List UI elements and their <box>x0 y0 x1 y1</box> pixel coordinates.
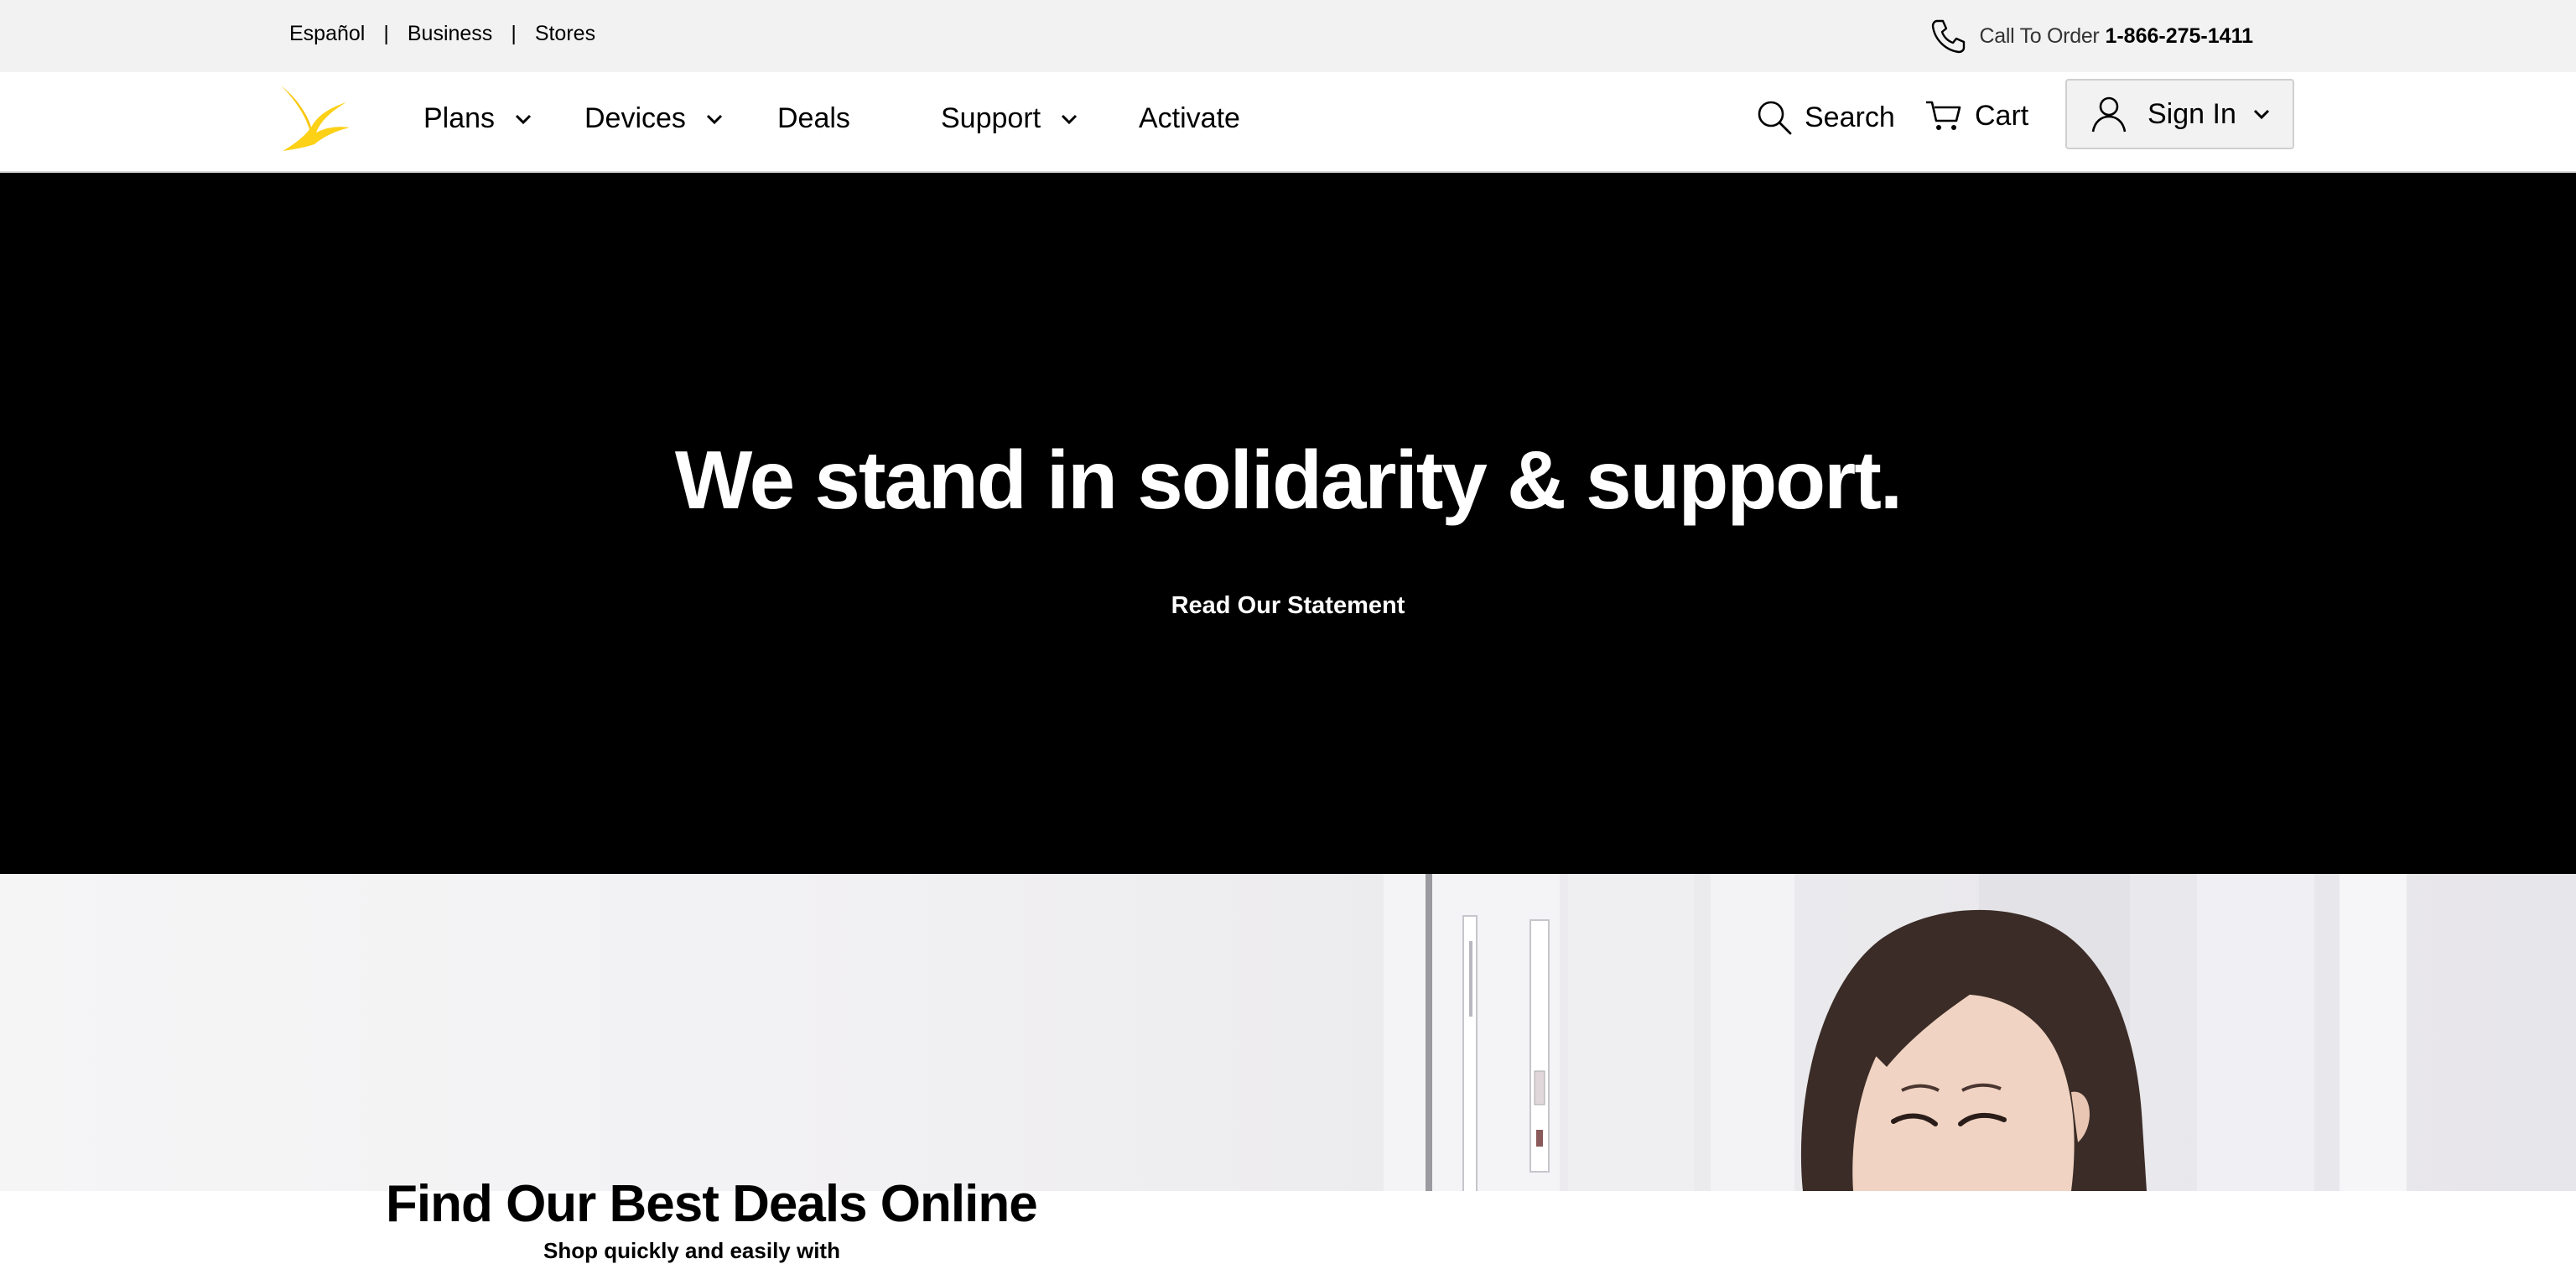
separator: | <box>383 22 389 45</box>
nav-plans-label: Plans <box>423 102 496 134</box>
cart-icon <box>1926 101 1961 130</box>
nav-deals-label: Deals <box>777 102 850 134</box>
espanol-link[interactable]: Español <box>289 22 365 46</box>
chevron-down-icon <box>2253 109 2269 120</box>
hero-banner: We stand in solidarity & support. Read O… <box>0 173 2576 874</box>
user-icon <box>2091 96 2127 133</box>
promo-photo <box>0 874 2576 1191</box>
utility-links: Español | Business | Stores <box>289 22 595 46</box>
nav-activate-label: Activate <box>1139 102 1240 134</box>
phone-icon <box>1931 19 1965 54</box>
nav-devices-label: Devices <box>584 102 686 134</box>
call-lead-text: Call To Order <box>1979 23 2100 48</box>
chevron-down-icon <box>706 114 722 124</box>
business-link[interactable]: Business <box>408 22 492 46</box>
deals-subtitle: Shop quickly and easily with <box>543 1238 840 1263</box>
sign-in-label: Sign In <box>2148 97 2236 130</box>
chevron-down-icon <box>516 114 532 124</box>
cart-button[interactable]: Cart <box>1924 99 2028 133</box>
stores-link[interactable]: Stores <box>535 22 595 46</box>
cart-label: Cart <box>1975 99 2029 132</box>
deals-title: Find Our Best Deals Online <box>386 1175 1038 1233</box>
nav-deals[interactable]: Deals <box>777 102 850 135</box>
call-to-order[interactable]: Call To Order 1-866-275-1411 <box>1929 17 2253 55</box>
nav-support-label: Support <box>941 102 1041 134</box>
nav-activate[interactable]: Activate <box>1139 102 1240 135</box>
separator: | <box>511 22 517 45</box>
sign-in-button[interactable]: Sign In <box>2065 79 2294 149</box>
read-statement-link[interactable]: Read Our Statement <box>0 592 2576 620</box>
nav-plans[interactable]: Plans <box>423 102 533 135</box>
hero-headline: We stand in solidarity & support. <box>674 434 1903 526</box>
utility-bar: Español | Business | Stores Call To Orde… <box>0 0 2576 72</box>
woman-photo <box>1384 874 2407 1191</box>
search-icon <box>1758 101 1792 135</box>
search-label: Search <box>1805 101 1895 133</box>
sprint-logo[interactable] <box>279 84 351 153</box>
search-button[interactable]: Search <box>1756 99 1895 136</box>
nav-devices[interactable]: Devices <box>584 102 724 135</box>
phone-number[interactable]: 1-866-275-1411 <box>2105 24 2253 49</box>
chevron-down-icon <box>1062 114 1078 124</box>
nav-support[interactable]: Support <box>941 102 1079 135</box>
